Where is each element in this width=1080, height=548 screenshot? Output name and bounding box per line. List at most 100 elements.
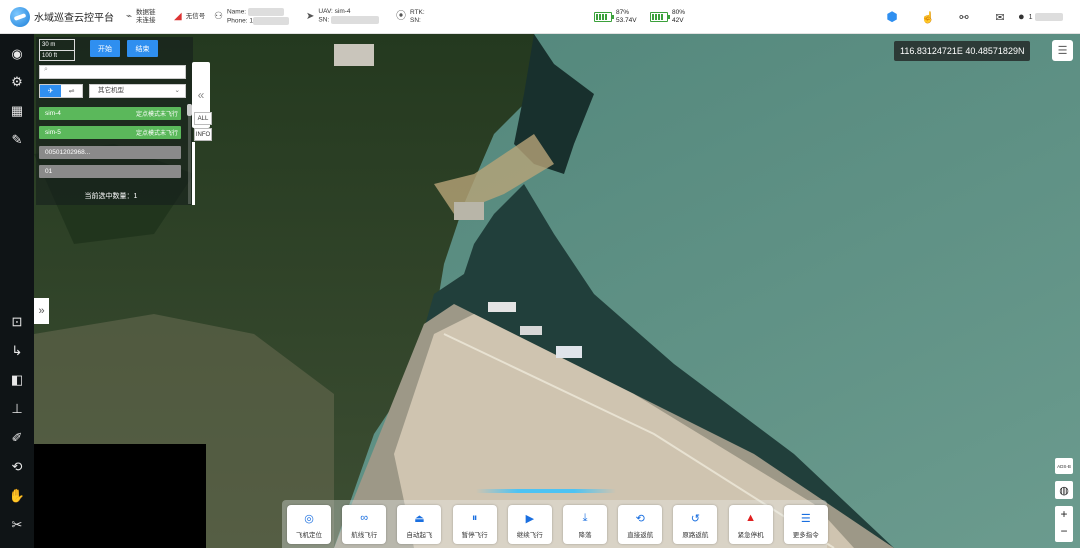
signal-bars-icon: ◢ xyxy=(174,10,182,22)
axis-icon: ↳ xyxy=(11,343,23,358)
command-label: 降落 xyxy=(578,532,592,539)
pencil-square-icon: ✐ xyxy=(11,430,23,445)
chat-bubble-icon: ✉ xyxy=(995,11,1005,24)
command-button[interactable]: ⏸ 暂停飞行 xyxy=(452,505,497,544)
globe-icon: ◍ xyxy=(1059,484,1069,497)
share-button[interactable]: ⚯ xyxy=(946,0,982,34)
top-bar: 水域巡查云控平台 ⌁ 数据链 未连接 ◢ 无信号 ⚇ Name: Phone: 1… xyxy=(0,0,1080,34)
user-icon: ● xyxy=(1018,11,1025,23)
zoom-out-button[interactable]: − xyxy=(1055,523,1073,540)
rtk-info: ⦿ RTK: SN: xyxy=(396,8,425,24)
left-sidebar: ◉ ⚙ ▦ ✎ ⊡ ↳ ◧ ⊥ ✐ ⟲ ✋ ✂ xyxy=(0,34,34,548)
mirror-icon: ◧ xyxy=(10,372,24,387)
battery-icon xyxy=(594,11,614,22)
fixed-wing-icon: ⇌ xyxy=(68,88,75,95)
aircraft-type-select[interactable]: 其它机型 ⌄ xyxy=(89,84,186,98)
end-button[interactable]: 结束 xyxy=(127,40,158,57)
mirror-button[interactable]: ◧ xyxy=(7,370,27,390)
user-menu[interactable]: ● 1 xyxy=(1018,0,1080,34)
signal-status: ◢ 无信号 xyxy=(174,10,206,22)
hand-button[interactable]: ✋ xyxy=(7,486,27,506)
zoom-control: + − xyxy=(1055,506,1073,542)
uav-list-panel: 30 m 100 ft 开始 结束 ⌕ ✈ ⇌ 其它机型 ⌄ sim-4 定点模式… xyxy=(36,37,193,205)
command-label: 飞机定位 xyxy=(296,532,322,539)
landing-pad-button[interactable]: ⊥ xyxy=(7,399,27,419)
trace-back-icon: ↺ xyxy=(690,512,700,525)
adsb-button[interactable]: ADS-B xyxy=(1055,458,1073,474)
drone-view-tab[interactable]: ✈ xyxy=(40,85,61,97)
uav-name: sim-4 xyxy=(45,110,61,117)
operator-info: ⚇ Name: Phone: 1 xyxy=(214,7,306,25)
video-feed[interactable] xyxy=(34,444,206,548)
battery-1: 87% 53.74V xyxy=(594,9,650,25)
gesture-button[interactable]: ☝ xyxy=(910,0,946,34)
area-select-button[interactable]: ⊡ xyxy=(7,312,27,332)
globe-button[interactable]: ◍ xyxy=(1055,481,1073,499)
scroll-track[interactable] xyxy=(188,104,191,204)
command-button[interactable]: ⤓ 降落 xyxy=(563,505,607,544)
location-pin-button[interactable]: ⬢ xyxy=(874,0,910,34)
app-logo: 水域巡查云控平台 xyxy=(10,6,120,27)
command-label: 直接返航 xyxy=(627,532,654,539)
start-button[interactable]: 开始 xyxy=(90,40,120,57)
tools-button[interactable]: ✂ xyxy=(7,515,27,535)
expand-side-button[interactable]: » xyxy=(34,298,49,324)
double-chevron-left-icon: « xyxy=(197,88,205,102)
uav-list-item[interactable]: 01 xyxy=(39,165,181,178)
command-button[interactable]: ∞ 航线飞行 xyxy=(342,505,387,544)
command-button[interactable]: ☰ 更多指令 xyxy=(783,505,828,544)
sync-icon: ⟲ xyxy=(11,459,23,474)
dashboard-button[interactable]: ◉ xyxy=(7,44,27,64)
takeoff-icon: ⏏ xyxy=(414,512,425,525)
uav-status: 定点模式未飞行 xyxy=(135,131,178,137)
command-label: 紧急停机 xyxy=(737,532,764,539)
data-link-status: ⌁ 数据链 未连接 xyxy=(126,8,156,24)
redacted-name xyxy=(247,7,284,16)
drone-network-icon: ⚙ xyxy=(11,74,23,89)
tab-all[interactable]: ALL xyxy=(194,112,212,125)
uav-search-input[interactable]: ⌕ xyxy=(39,65,186,79)
battery-2: 80% 42V xyxy=(650,9,700,25)
uav-list-item[interactable]: sim-5 定点模式未飞行 xyxy=(39,126,181,139)
video-button[interactable]: ▦ xyxy=(7,101,27,121)
fixed-wing-view-tab[interactable]: ⇌ xyxy=(61,85,82,97)
route-icon: ∞ xyxy=(360,512,369,524)
command-button[interactable]: ◎ 飞机定位 xyxy=(287,505,331,544)
command-button[interactable]: ⏏ 自动起飞 xyxy=(397,505,442,544)
layers-button[interactable]: ☰ xyxy=(1052,40,1073,61)
uav-list-item[interactable]: 00501202968... xyxy=(39,146,181,159)
selected-count: 当前选中数量：1 xyxy=(84,193,138,200)
command-button[interactable]: ▶ 继续飞行 xyxy=(507,505,552,544)
sync-button[interactable]: ⟲ xyxy=(7,457,27,477)
speedometer-icon: ◉ xyxy=(11,46,23,61)
target-icon: ◎ xyxy=(304,512,314,525)
hand-icon: ✋ xyxy=(8,488,26,503)
drone-logo-icon xyxy=(10,6,30,27)
command-label: 自动起飞 xyxy=(406,532,433,539)
paper-plane-icon: ➤ xyxy=(306,10,315,22)
draw-button[interactable]: ✐ xyxy=(7,428,27,448)
command-button[interactable]: ▲ 紧急停机 xyxy=(728,505,773,544)
command-button[interactable]: ⟲ 直接返航 xyxy=(618,505,663,544)
axis-button[interactable]: ↳ xyxy=(7,341,27,361)
tasks-button[interactable]: ✎ xyxy=(7,130,27,150)
redacted-phone xyxy=(253,16,290,25)
command-button[interactable]: ↺ 原路返航 xyxy=(673,505,718,544)
messages-button[interactable]: ✉ xyxy=(982,0,1018,34)
command-label: 继续飞行 xyxy=(516,532,543,539)
return-icon: ⟲ xyxy=(635,512,645,525)
uav-name: 00501202968... xyxy=(45,149,91,156)
zoom-in-button[interactable]: + xyxy=(1055,506,1073,523)
uav-list-item[interactable]: sim-4 定点模式未飞行 xyxy=(39,107,181,120)
share-nodes-icon: ⚯ xyxy=(959,11,969,24)
uav-info: ➤ UAV: sim-4 SN: xyxy=(306,8,396,25)
map-scale: 30 m 100 ft xyxy=(39,39,75,61)
uav-name: 01 xyxy=(45,168,53,175)
film-icon: ▦ xyxy=(10,103,24,118)
layers-icon: ☰ xyxy=(1057,45,1068,57)
data-link-icon: ⌁ xyxy=(126,10,133,22)
command-label: 航线飞行 xyxy=(351,532,378,539)
cursor-coordinates: 116.83124721E 40.48571829N xyxy=(894,41,1031,61)
tab-info[interactable]: INFO xyxy=(194,128,212,141)
fleet-button[interactable]: ⚙ xyxy=(7,72,27,92)
